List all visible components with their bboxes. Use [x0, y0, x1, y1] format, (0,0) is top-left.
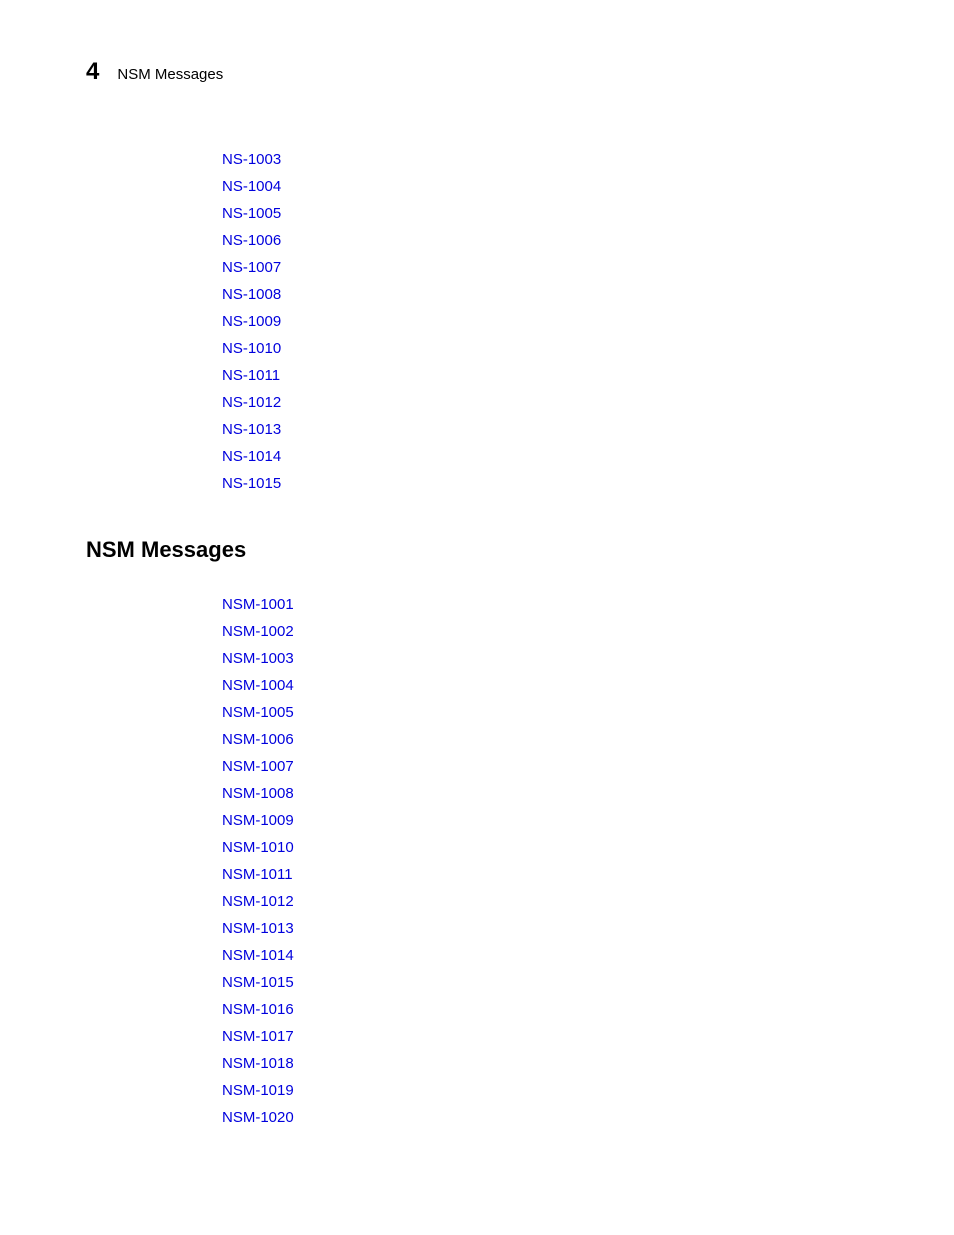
- ns-link[interactable]: NS-1009: [222, 308, 954, 335]
- nsm-link[interactable]: NSM-1016: [222, 996, 954, 1023]
- ns-link[interactable]: NS-1014: [222, 443, 954, 470]
- ns-link[interactable]: NS-1008: [222, 281, 954, 308]
- nsm-link[interactable]: NSM-1013: [222, 915, 954, 942]
- nsm-link[interactable]: NSM-1007: [222, 753, 954, 780]
- nsm-link-list: NSM-1001 NSM-1002 NSM-1003 NSM-1004 NSM-…: [0, 591, 954, 1131]
- ns-link[interactable]: NS-1011: [222, 362, 954, 389]
- nsm-link[interactable]: NSM-1018: [222, 1050, 954, 1077]
- nsm-link[interactable]: NSM-1003: [222, 645, 954, 672]
- ns-link[interactable]: NS-1006: [222, 227, 954, 254]
- nsm-link[interactable]: NSM-1009: [222, 807, 954, 834]
- nsm-link[interactable]: NSM-1002: [222, 618, 954, 645]
- page-header: 4 NSM Messages: [0, 58, 954, 86]
- nsm-link[interactable]: NSM-1008: [222, 780, 954, 807]
- nsm-link[interactable]: NSM-1017: [222, 1023, 954, 1050]
- ns-link[interactable]: NS-1005: [222, 200, 954, 227]
- nsm-link[interactable]: NSM-1015: [222, 969, 954, 996]
- ns-link[interactable]: NS-1003: [222, 146, 954, 173]
- nsm-link[interactable]: NSM-1012: [222, 888, 954, 915]
- page-number: 4: [86, 58, 99, 86]
- nsm-link[interactable]: NSM-1010: [222, 834, 954, 861]
- ns-link[interactable]: NS-1007: [222, 254, 954, 281]
- nsm-link[interactable]: NSM-1004: [222, 672, 954, 699]
- nsm-link[interactable]: NSM-1020: [222, 1104, 954, 1131]
- ns-link[interactable]: NS-1010: [222, 335, 954, 362]
- ns-link[interactable]: NS-1013: [222, 416, 954, 443]
- nsm-link[interactable]: NSM-1005: [222, 699, 954, 726]
- nsm-link[interactable]: NSM-1006: [222, 726, 954, 753]
- nsm-link[interactable]: NSM-1019: [222, 1077, 954, 1104]
- ns-link[interactable]: NS-1012: [222, 389, 954, 416]
- ns-link[interactable]: NS-1004: [222, 173, 954, 200]
- nsm-link[interactable]: NSM-1001: [222, 591, 954, 618]
- ns-link[interactable]: NS-1015: [222, 470, 954, 497]
- nsm-link[interactable]: NSM-1011: [222, 861, 954, 888]
- header-title: NSM Messages: [117, 66, 223, 83]
- section-heading: NSM Messages: [0, 537, 954, 563]
- ns-link-list: NS-1003 NS-1004 NS-1005 NS-1006 NS-1007 …: [0, 146, 954, 497]
- nsm-link[interactable]: NSM-1014: [222, 942, 954, 969]
